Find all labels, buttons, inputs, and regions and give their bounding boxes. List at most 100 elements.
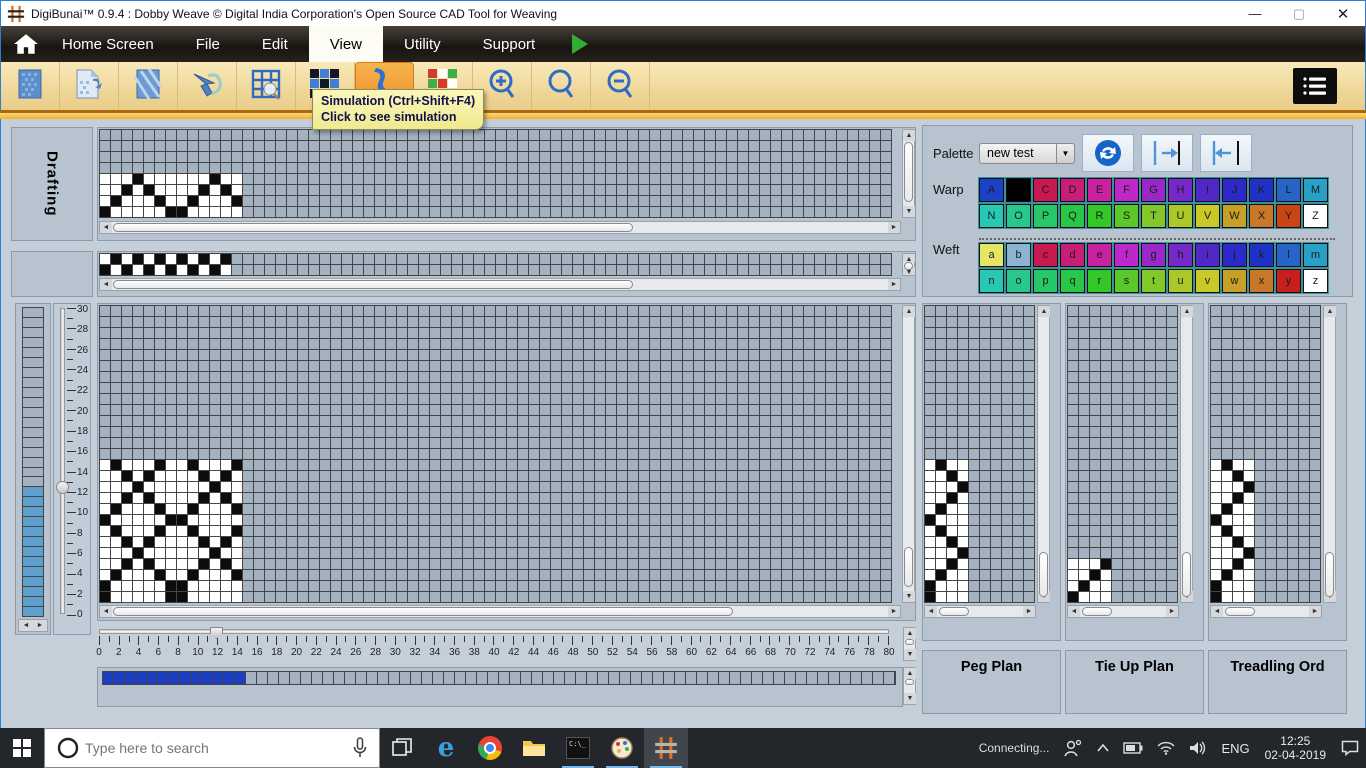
grid-cell[interactable] bbox=[419, 317, 429, 327]
grid-cell[interactable] bbox=[287, 515, 297, 525]
color-swatch-y[interactable]: y bbox=[1276, 269, 1301, 293]
grid-cell[interactable] bbox=[815, 482, 825, 492]
grid-cell[interactable] bbox=[199, 482, 209, 492]
grid-cell[interactable] bbox=[265, 559, 275, 569]
grid-cell[interactable] bbox=[496, 493, 506, 503]
grid-cell[interactable] bbox=[1288, 339, 1298, 349]
grid-cell[interactable] bbox=[144, 449, 154, 459]
grid-cell[interactable] bbox=[716, 581, 726, 591]
warp-bar-cell[interactable] bbox=[312, 672, 322, 684]
grid-cell[interactable] bbox=[1255, 383, 1265, 393]
grid-cell[interactable] bbox=[694, 163, 704, 173]
grid-cell[interactable] bbox=[353, 394, 363, 404]
grid-cell[interactable] bbox=[870, 592, 880, 602]
grid-cell[interactable] bbox=[254, 350, 264, 360]
grid-cell[interactable] bbox=[661, 185, 671, 195]
grid-cell[interactable] bbox=[496, 265, 506, 275]
grid-cell[interactable] bbox=[650, 163, 660, 173]
grid-cell[interactable] bbox=[1134, 405, 1144, 415]
grid-cell[interactable] bbox=[364, 185, 374, 195]
grid-cell[interactable] bbox=[716, 405, 726, 415]
grid-cell[interactable] bbox=[793, 185, 803, 195]
grid-cell[interactable] bbox=[969, 471, 979, 481]
grid-cell[interactable] bbox=[1156, 471, 1166, 481]
grid-cell[interactable] bbox=[925, 317, 935, 327]
grid-cell[interactable] bbox=[760, 339, 770, 349]
grid-cell[interactable] bbox=[562, 482, 572, 492]
grid-cell[interactable] bbox=[738, 427, 748, 437]
grid-cell[interactable] bbox=[243, 361, 253, 371]
grid-cell[interactable] bbox=[1244, 383, 1254, 393]
grid-cell[interactable] bbox=[782, 361, 792, 371]
grid-cell[interactable] bbox=[584, 339, 594, 349]
grid-cell[interactable] bbox=[804, 339, 814, 349]
grid-cell[interactable] bbox=[210, 537, 220, 547]
grid-cell[interactable] bbox=[100, 174, 110, 184]
grid-cell[interactable] bbox=[111, 537, 121, 547]
grid-cell[interactable] bbox=[969, 350, 979, 360]
grid-cell[interactable] bbox=[287, 141, 297, 151]
grid-cell[interactable] bbox=[859, 559, 869, 569]
grid-cell[interactable] bbox=[364, 163, 374, 173]
grid-cell[interactable] bbox=[529, 328, 539, 338]
grid-cell[interactable] bbox=[1002, 581, 1012, 591]
grid-cell[interactable] bbox=[804, 570, 814, 580]
grid-cell[interactable] bbox=[1090, 449, 1100, 459]
grid-cell[interactable] bbox=[441, 438, 451, 448]
grid-cell[interactable] bbox=[1068, 460, 1078, 470]
grid-cell[interactable] bbox=[1233, 471, 1243, 481]
grid-cell[interactable] bbox=[232, 548, 242, 558]
scroll-left-arrow[interactable]: ◄ bbox=[1068, 606, 1080, 617]
grid-cell[interactable] bbox=[100, 328, 110, 338]
warp-bar-cell[interactable] bbox=[884, 672, 894, 684]
grid-cell[interactable] bbox=[298, 592, 308, 602]
grid-cell[interactable] bbox=[254, 265, 264, 275]
grid-cell[interactable] bbox=[1255, 537, 1265, 547]
grid-cell[interactable] bbox=[1299, 383, 1309, 393]
grid-cell[interactable] bbox=[1167, 526, 1177, 536]
grid-cell[interactable] bbox=[518, 416, 528, 426]
grid-cell[interactable] bbox=[210, 581, 220, 591]
grid-cell[interactable] bbox=[1233, 405, 1243, 415]
grid-cell[interactable] bbox=[353, 196, 363, 206]
grid-cell[interactable] bbox=[430, 130, 440, 140]
grid-cell[interactable] bbox=[595, 130, 605, 140]
grid-cell[interactable] bbox=[617, 130, 627, 140]
grid-cell[interactable] bbox=[804, 416, 814, 426]
grid-cell[interactable] bbox=[309, 339, 319, 349]
grid-cell[interactable] bbox=[221, 592, 231, 602]
grid-cell[interactable] bbox=[166, 350, 176, 360]
grid-cell[interactable] bbox=[1222, 504, 1232, 514]
grid-cell[interactable] bbox=[188, 350, 198, 360]
grid-cell[interactable] bbox=[144, 471, 154, 481]
grid-cell[interactable] bbox=[958, 548, 968, 558]
grid-cell[interactable] bbox=[155, 504, 165, 514]
grid-cell[interactable] bbox=[573, 254, 583, 264]
grid-cell[interactable] bbox=[342, 438, 352, 448]
grid-cell[interactable] bbox=[243, 548, 253, 558]
grid-cell[interactable] bbox=[1156, 460, 1166, 470]
grid-cell[interactable] bbox=[232, 174, 242, 184]
grid-cell[interactable] bbox=[243, 130, 253, 140]
grid-cell[interactable] bbox=[1167, 350, 1177, 360]
grid-cell[interactable] bbox=[144, 438, 154, 448]
grid-cell[interactable] bbox=[771, 493, 781, 503]
grid-cell[interactable] bbox=[1101, 515, 1111, 525]
grid-cell[interactable] bbox=[782, 592, 792, 602]
grid-cell[interactable] bbox=[1244, 559, 1254, 569]
grid-cell[interactable] bbox=[793, 350, 803, 360]
grid-cell[interactable] bbox=[320, 504, 330, 514]
grid-cell[interactable] bbox=[309, 196, 319, 206]
grid-cell[interactable] bbox=[111, 163, 121, 173]
grid-cell[interactable] bbox=[144, 207, 154, 217]
grid-cell[interactable] bbox=[474, 394, 484, 404]
grid-cell[interactable] bbox=[1310, 592, 1320, 602]
scroll-down-arrow[interactable]: ▼ bbox=[904, 693, 916, 704]
grid-cell[interactable] bbox=[375, 265, 385, 275]
grid-cell[interactable] bbox=[408, 460, 418, 470]
grid-cell[interactable] bbox=[111, 317, 121, 327]
grid-cell[interactable] bbox=[694, 306, 704, 316]
grid-cell[interactable] bbox=[1123, 548, 1133, 558]
grid-cell[interactable] bbox=[276, 265, 286, 275]
grid-cell[interactable] bbox=[694, 265, 704, 275]
